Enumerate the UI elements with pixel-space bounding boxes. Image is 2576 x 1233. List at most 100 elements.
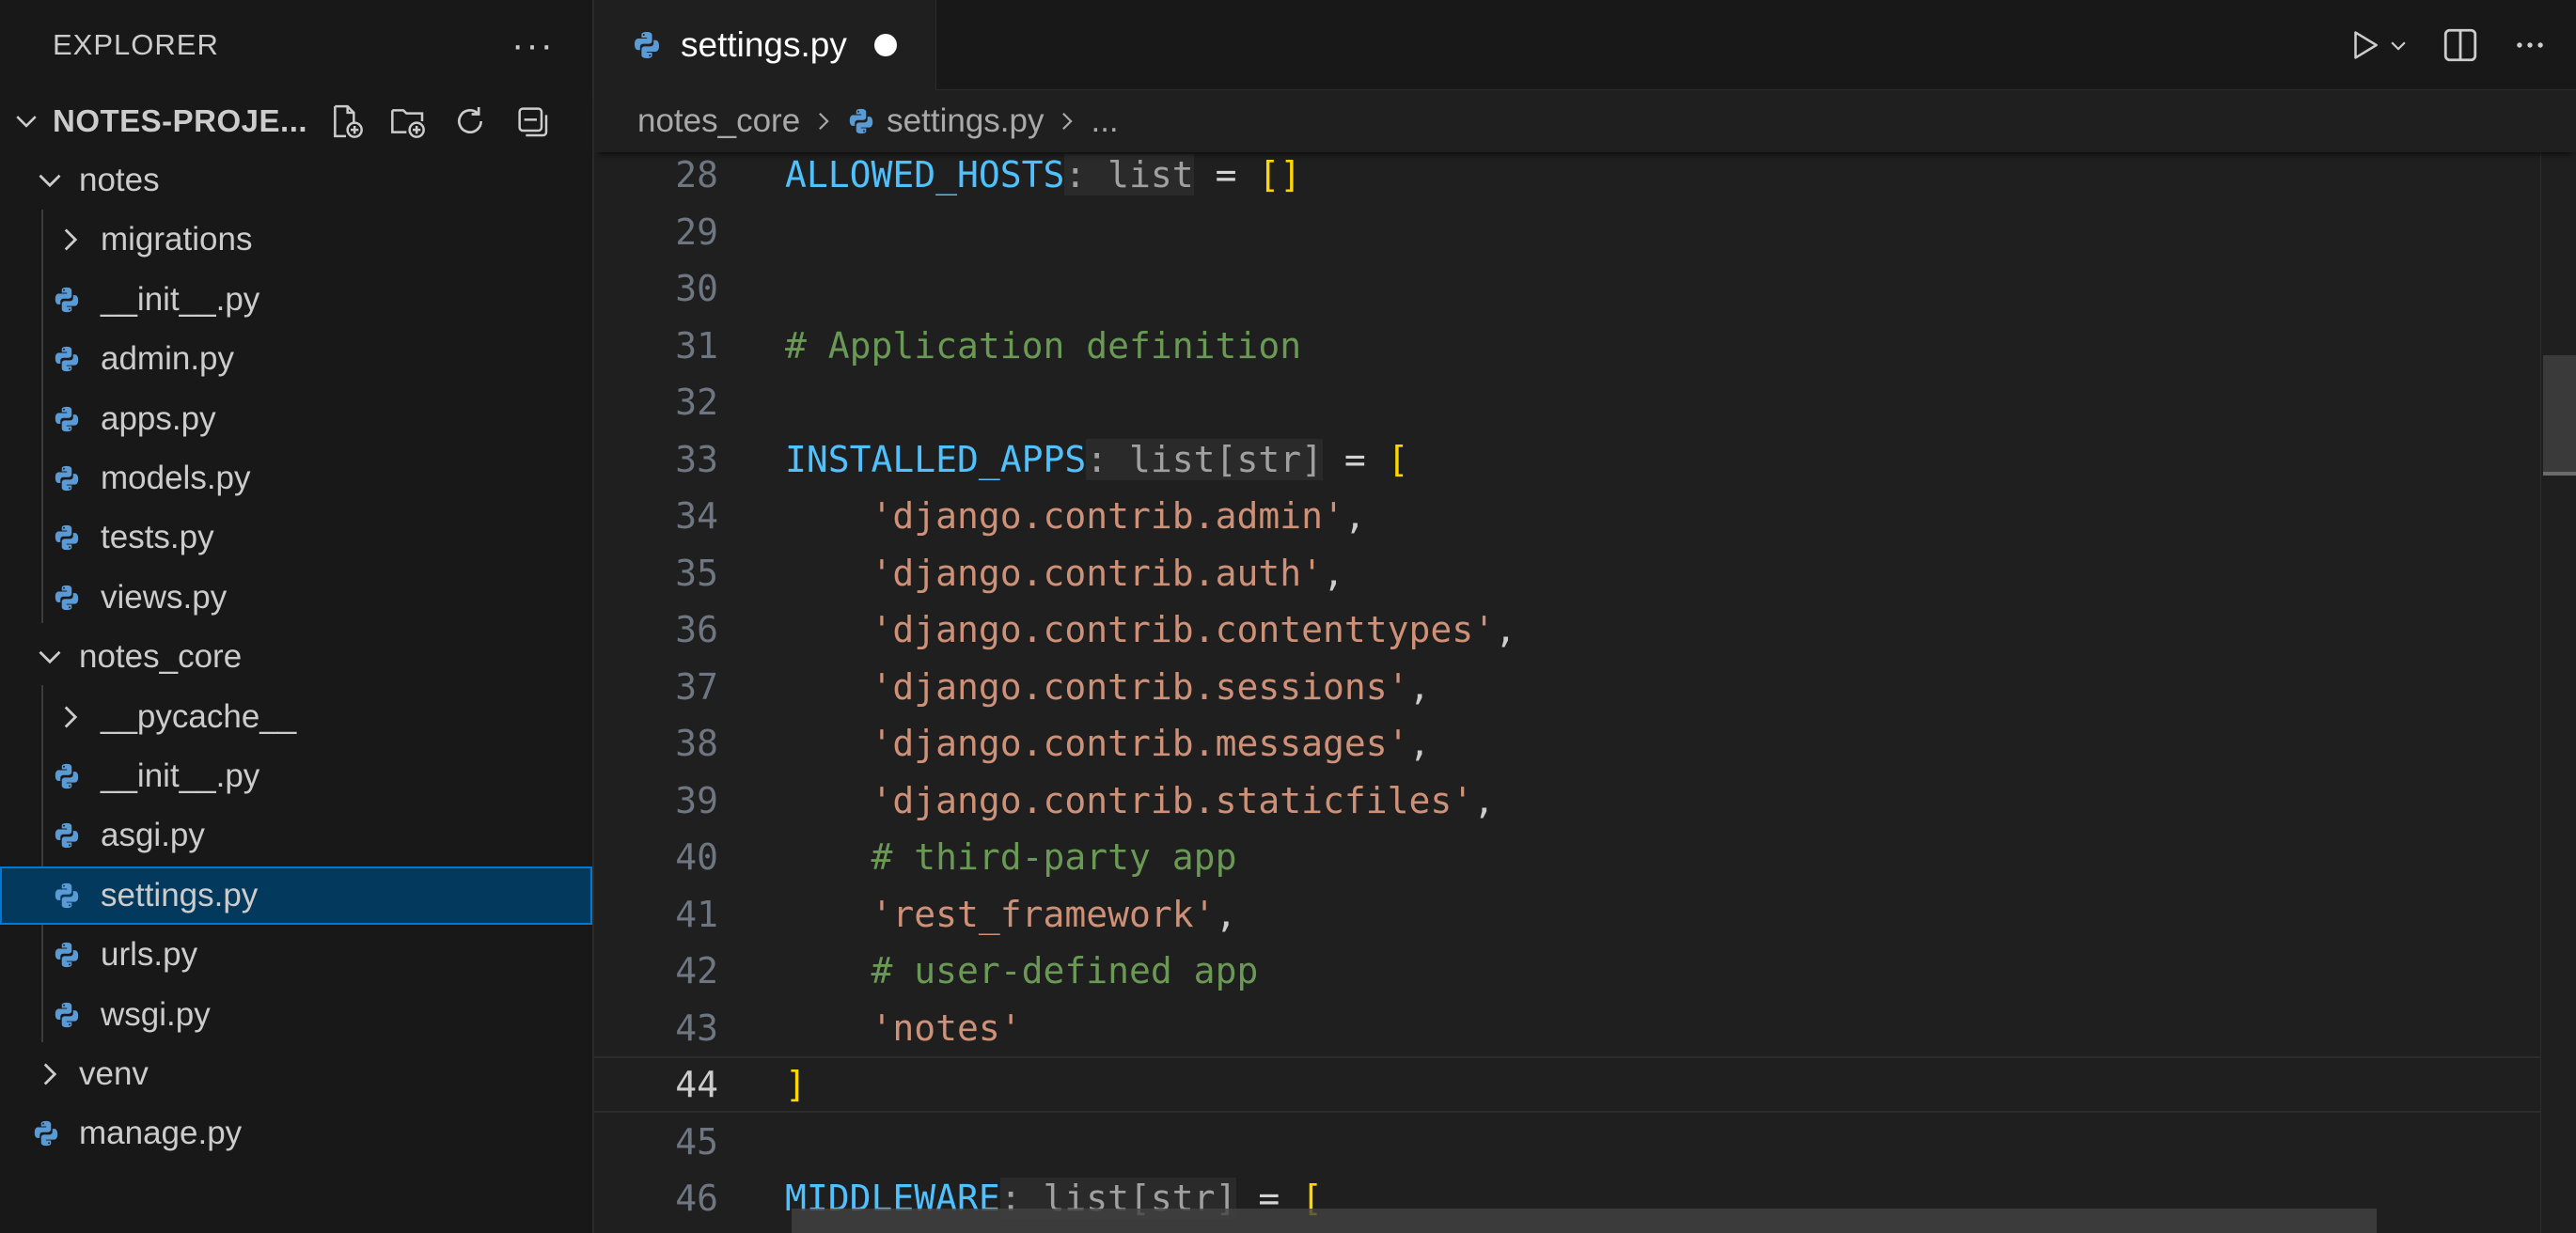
code-line[interactable]: 31 # Application definition (594, 318, 2572, 374)
line-number: 38 (675, 723, 718, 764)
line-number: 44 (675, 1064, 718, 1105)
tree-item-settings-py[interactable]: settings.py (0, 866, 592, 925)
python-file-icon (55, 585, 79, 611)
code-line[interactable]: 28 ALLOWED_HOSTS: list = [] (594, 152, 2572, 203)
code-line[interactable]: 36 'django.contrib.contenttypes', (594, 601, 2572, 658)
code-line[interactable]: 35 'django.contrib.auth', (594, 545, 2572, 601)
line-number: 28 (675, 154, 718, 195)
tree-item-label: manage.py (79, 1115, 243, 1151)
breadcrumb-folder[interactable]: notes_core (637, 102, 800, 140)
explorer-more-icon[interactable]: ··· (511, 26, 555, 64)
line-number: 42 (675, 950, 718, 991)
line-number: 30 (675, 268, 718, 309)
explorer-sidebar: EXPLORER ··· NOTES-PROJE... notes migrat… (0, 0, 594, 1233)
python-file-icon (55, 287, 79, 313)
tree-item-label: __init__.py (101, 757, 260, 794)
tree-item-init-py[interactable]: __init__.py (0, 271, 592, 329)
code-line[interactable]: 34 'django.contrib.admin', (594, 488, 2572, 544)
python-file-icon (55, 524, 79, 551)
code-line[interactable]: 30 (594, 260, 2572, 317)
tree-item-manage-py[interactable]: manage.py (0, 1104, 592, 1163)
code-editor[interactable]: 28 ALLOWED_HOSTS: list = [] 29 30 31 # Applic… (594, 152, 2576, 1233)
tree-item-init-py[interactable]: __init__.py (0, 747, 592, 805)
chevron-right-icon[interactable] (56, 703, 85, 731)
tree-item-label: migrations (101, 221, 253, 258)
new-folder-icon[interactable] (387, 101, 429, 142)
python-file-icon (34, 1120, 58, 1147)
code-text: 'notes' (871, 1007, 1022, 1049)
code-line[interactable]: 43 'notes' (594, 1000, 2572, 1056)
line-number: 37 (675, 666, 718, 708)
code-text: ALLOWED_HOSTS: list = [] (785, 154, 1302, 195)
tree-item-urls-py[interactable]: urls.py (0, 926, 592, 984)
project-name: NOTES-PROJE... (53, 103, 308, 138)
chevron-right-icon[interactable] (36, 1060, 64, 1088)
tree-item-label: apps.py (101, 400, 216, 437)
tree-item-notes-core[interactable]: notes_core (0, 628, 592, 686)
chevron-right-icon (1057, 111, 1077, 132)
unsaved-dot-icon[interactable] (874, 34, 897, 56)
code-text: # user-defined app (871, 950, 1259, 991)
code-line[interactable]: 37 'django.contrib.sessions', (594, 659, 2572, 715)
code-line[interactable]: 41 'rest_framework', (594, 886, 2572, 943)
project-header[interactable]: NOTES-PROJE... (0, 90, 592, 152)
code-line[interactable]: 29 (594, 204, 2572, 260)
tree-item-migrations[interactable]: migrations (0, 211, 592, 269)
tree-item-admin-py[interactable]: admin.py (0, 330, 592, 388)
split-editor-icon[interactable] (2441, 21, 2480, 70)
tree-item-tests-py[interactable]: tests.py (0, 508, 592, 567)
line-number: 39 (675, 780, 718, 821)
tree-item-views-py[interactable]: views.py (0, 569, 592, 627)
editor-actions (2347, 0, 2548, 90)
tab-settings-py[interactable]: settings.py (594, 0, 936, 90)
breadcrumb-file[interactable]: settings.py (847, 102, 1044, 140)
chevron-right-icon (813, 111, 834, 132)
chevron-down-icon[interactable] (0, 109, 53, 133)
code-text: 'django.contrib.auth', (871, 553, 1344, 594)
code-line[interactable]: 42 # user-defined app (594, 943, 2572, 999)
refresh-icon[interactable] (449, 101, 491, 142)
code-line[interactable]: 44] (594, 1056, 2572, 1113)
code-line[interactable]: 32 (594, 374, 2572, 430)
tree-item-venv[interactable]: venv (0, 1045, 592, 1103)
line-number: 46 (675, 1178, 718, 1219)
code-text: # third-party app (871, 836, 1237, 878)
code-line[interactable]: 40 # third-party app (594, 829, 2572, 885)
code-text: 'django.contrib.messages', (871, 723, 1431, 764)
code-line[interactable]: 38 'django.contrib.messages', (594, 715, 2572, 772)
line-number: 45 (675, 1121, 718, 1163)
code-text: 'django.contrib.admin', (871, 495, 1366, 537)
tree-item-label: notes_core (79, 638, 243, 675)
line-number: 34 (675, 495, 718, 537)
breadcrumb-symbol[interactable]: ... (1091, 102, 1118, 140)
code-line[interactable]: 33 INSTALLED_APPS: list[str] = [ (594, 431, 2572, 488)
tree-item-label: notes (79, 162, 160, 198)
run-icon[interactable] (2347, 21, 2409, 70)
scrollbar-thumb[interactable] (2543, 355, 2576, 474)
tree-item-asgi-py[interactable]: asgi.py (0, 806, 592, 865)
tree-item-notes[interactable]: notes (0, 151, 592, 210)
code-line[interactable]: 39 'django.contrib.staticfiles', (594, 773, 2572, 829)
tree-item-label: wsgi.py (101, 996, 211, 1033)
line-number: 40 (675, 836, 718, 878)
collapse-all-icon[interactable] (511, 101, 553, 142)
chevron-down-icon[interactable] (36, 166, 64, 195)
breadcrumb: notes_core settings.py ... (594, 90, 2576, 152)
more-actions-icon[interactable] (2512, 21, 2548, 70)
vertical-scrollbar[interactable] (2540, 152, 2576, 1233)
line-number: 32 (675, 382, 718, 423)
code-line[interactable]: 45 (594, 1114, 2572, 1170)
code-text: # Application definition (785, 325, 1302, 367)
tree-item-models-py[interactable]: models.py (0, 449, 592, 507)
chevron-right-icon[interactable] (56, 226, 85, 254)
tree-item-wsgi-py[interactable]: wsgi.py (0, 986, 592, 1044)
tree-item-label: views.py (101, 579, 228, 616)
tab-bar: settings.py (594, 0, 2576, 90)
run-dropdown-icon[interactable] (2388, 35, 2409, 55)
chevron-down-icon[interactable] (36, 643, 64, 671)
new-file-icon[interactable] (325, 101, 367, 142)
horizontal-scrollbar[interactable] (792, 1209, 2377, 1233)
tree-item-pycache[interactable]: __pycache__ (0, 688, 592, 746)
tree-item-label: tests.py (101, 519, 214, 555)
tree-item-apps-py[interactable]: apps.py (0, 390, 592, 448)
